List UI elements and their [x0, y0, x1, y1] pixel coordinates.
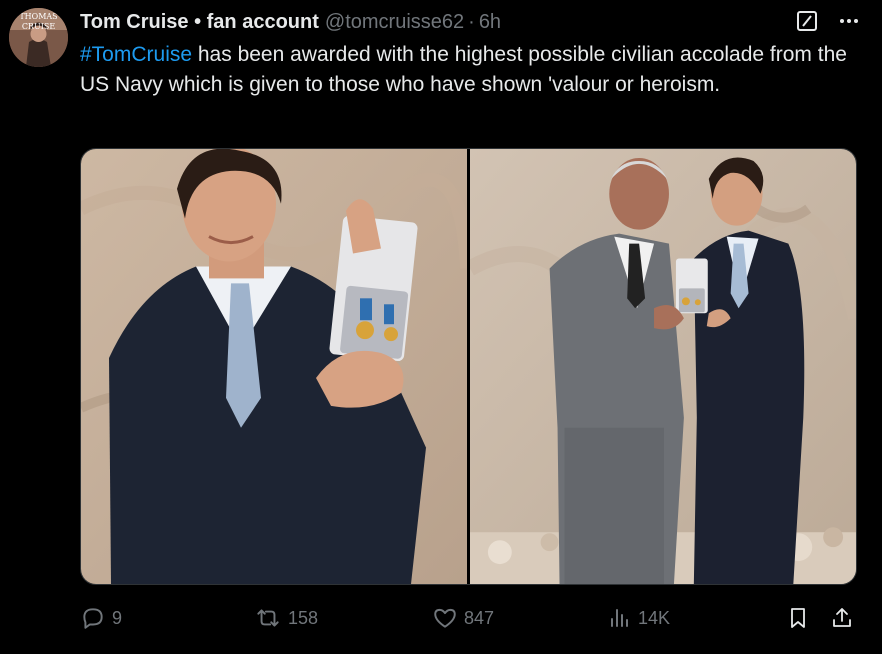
like-button[interactable]: 847	[432, 605, 494, 631]
header-separator: ·	[468, 10, 475, 33]
grok-icon[interactable]	[796, 10, 818, 32]
header-actions	[796, 10, 860, 32]
views-button[interactable]: 14K	[608, 605, 670, 631]
like-count: 847	[464, 607, 495, 628]
reply-icon	[80, 605, 106, 631]
hashtag-link[interactable]: #TomCruise	[80, 43, 192, 66]
views-icon	[608, 605, 632, 631]
repost-button[interactable]: 158	[254, 605, 318, 631]
avatar-text-top: THOMAS	[19, 12, 57, 21]
bookmark-button[interactable]	[786, 605, 810, 631]
display-name[interactable]: Tom Cruise • fan account	[80, 11, 319, 34]
media-grid	[80, 148, 857, 585]
tweet-body: has been awarded with the highest possib…	[80, 43, 847, 96]
photo-right[interactable]	[470, 149, 856, 584]
user-handle[interactable]: @tomcruisse62	[325, 11, 464, 34]
photo-left[interactable]	[81, 149, 467, 584]
tweet: THOMAS CRUISE Tom Cruise • fan account @…	[0, 0, 882, 654]
views-count: 14K	[638, 607, 671, 628]
more-icon[interactable]	[838, 10, 860, 32]
bookmark-icon	[786, 605, 810, 631]
reply-button[interactable]: 9	[80, 605, 122, 631]
avatar[interactable]: THOMAS CRUISE	[9, 8, 68, 67]
repost-icon	[254, 605, 282, 631]
repost-count: 158	[288, 607, 319, 628]
share-button[interactable]	[830, 605, 854, 631]
avatar-text-bottom: CRUISE	[22, 22, 56, 31]
action-bar: 9 158 847 14K	[80, 605, 860, 635]
timestamp[interactable]: 6h	[479, 11, 501, 34]
tweet-text: #TomCruise has been awarded with the hig…	[80, 40, 870, 100]
tweet-header: Tom Cruise • fan account @tomcruisse62 ·…	[80, 9, 501, 35]
share-icon	[830, 605, 854, 631]
heart-icon	[432, 605, 458, 631]
reply-count: 9	[112, 607, 123, 628]
